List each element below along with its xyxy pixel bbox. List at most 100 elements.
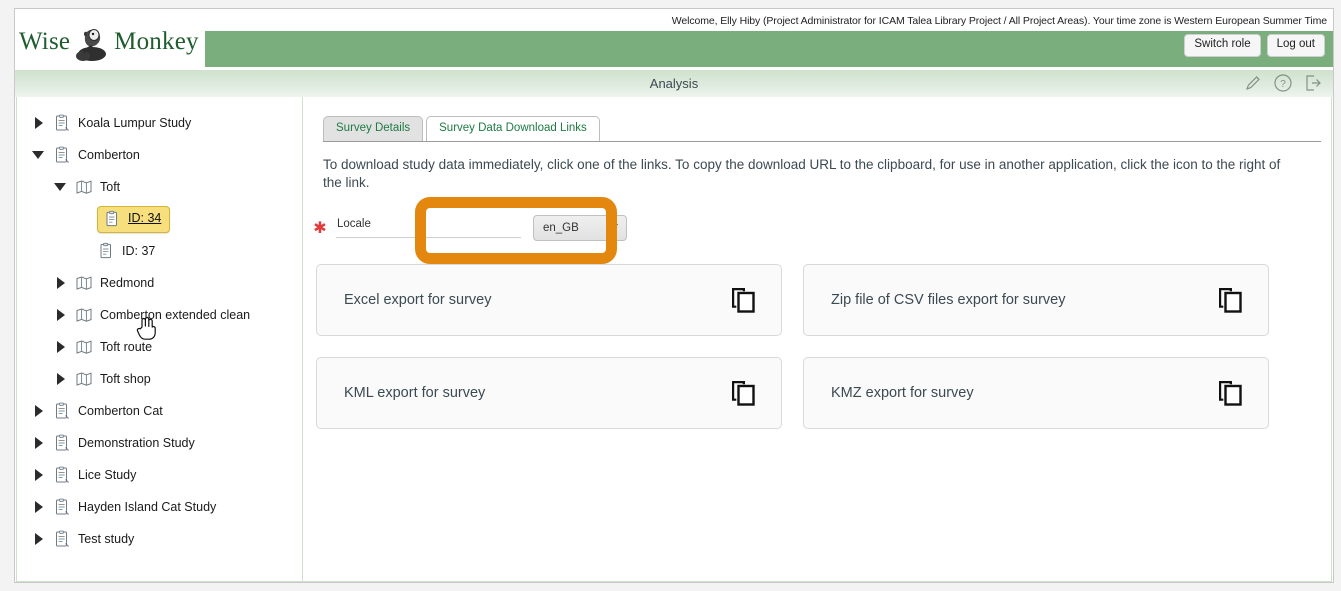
tree-node-content: Comberton Cat <box>53 402 163 420</box>
pencil-icon[interactable] <box>1243 73 1263 93</box>
twisty-collapsed-icon[interactable] <box>53 307 69 323</box>
page-title: Analysis <box>649 76 699 91</box>
tree-node-content: Lice Study <box>53 466 136 484</box>
tree-node-content: Toft route <box>75 338 152 356</box>
tree-item-hayden-island-cat-study[interactable]: Hayden Island Cat Study <box>17 491 302 523</box>
tree-node-content: Comberton <box>53 146 140 164</box>
copy-icon[interactable] <box>1215 285 1245 315</box>
tree-node-content: Comberton extended clean <box>75 306 250 324</box>
twisty-collapsed-icon[interactable] <box>31 467 47 483</box>
selected-tree-node[interactable]: ID: 34 <box>97 205 171 233</box>
page-root: Wise Monkey Welcome, Elly Hiby (Project <box>0 0 1341 591</box>
tree-item-toft-route[interactable]: Toft route <box>17 331 302 363</box>
twisty-collapsed-icon[interactable] <box>31 435 47 451</box>
app-header: Wise Monkey Welcome, Elly Hiby (Project <box>15 9 1333 69</box>
download-card-label[interactable]: KMZ export for survey <box>831 385 974 401</box>
twisty-collapsed-icon[interactable] <box>31 499 47 515</box>
tree-node-content: Hayden Island Cat Study <box>53 498 216 516</box>
study-icon <box>53 530 71 548</box>
study-icon <box>53 402 71 420</box>
twisty-collapsed-icon[interactable] <box>53 275 69 291</box>
survey-icon <box>97 242 115 260</box>
body-area: Koala Lumpur Study Comberton Toft ID: 34 ID:… <box>16 97 1332 582</box>
help-icon[interactable]: ? <box>1273 73 1293 93</box>
study-icon <box>53 114 71 132</box>
tree-node-content: Toft <box>75 178 120 196</box>
copy-icon[interactable] <box>728 378 758 408</box>
tree-item-lice-study[interactable]: Lice Study <box>17 459 302 491</box>
download-card[interactable]: KMZ export for survey <box>803 356 1269 429</box>
tree-item-comberton-extended-clean[interactable]: Comberton extended clean <box>17 299 302 331</box>
study-icon <box>53 146 71 164</box>
tree-item-comberton-cat[interactable]: Comberton Cat <box>17 395 302 427</box>
main-content: Survey Details Survey Data Download Links… <box>303 97 1331 581</box>
tree-item-label: Comberton <box>78 147 140 162</box>
locale-selected-value: en_GB <box>543 221 579 234</box>
tree-item-label: Demonstration Study <box>78 435 195 450</box>
survey-area-icon <box>75 274 93 292</box>
brand-name-first: Wise <box>19 28 71 55</box>
tree-node-content: Test study <box>53 530 134 548</box>
tree-item-toft[interactable]: Toft <box>17 171 302 203</box>
download-card-label[interactable]: KML export for survey <box>344 385 485 401</box>
twisty-expanded-icon[interactable] <box>31 147 47 163</box>
tree-item-toft-shop[interactable]: Toft shop <box>17 363 302 395</box>
locale-row: ✱ Locale en_GB <box>312 214 1331 242</box>
twisty-collapsed-icon[interactable] <box>53 371 69 387</box>
copy-icon[interactable] <box>728 285 758 315</box>
tree-item-label: Comberton extended clean <box>100 307 251 322</box>
tree-item-label: Koala Lumpur Study <box>78 115 192 130</box>
tree-node-content: Demonstration Study <box>53 434 195 452</box>
download-links-grid: Excel export for survey Zip file of CSV f… <box>316 263 1276 429</box>
survey-area-icon <box>75 306 93 324</box>
twisty-collapsed-icon[interactable] <box>31 531 47 547</box>
twisty-placeholder <box>75 243 91 259</box>
study-icon <box>53 434 71 452</box>
tree-item-id-34[interactable]: ID: 34 <box>17 203 302 235</box>
tree-item-comberton[interactable]: Comberton <box>17 139 302 171</box>
copy-icon[interactable] <box>1215 378 1245 408</box>
tree-item-label: Lice Study <box>78 467 137 482</box>
tree-node-content: Koala Lumpur Study <box>53 114 191 132</box>
tree-node-content: ID: 37 <box>97 242 155 260</box>
brand-logo[interactable]: Wise Monkey <box>19 16 199 68</box>
header-green-bar <box>205 31 1333 67</box>
log-out-button[interactable]: Log out <box>1266 34 1325 57</box>
download-card-label[interactable]: Zip file of CSV files export for survey <box>831 292 1066 308</box>
twisty-expanded-icon[interactable] <box>53 179 69 195</box>
tab-bar: Survey Details Survey Data Download Links <box>323 116 1331 141</box>
survey-area-icon <box>75 370 93 388</box>
download-card[interactable]: Zip file of CSV files export for survey <box>803 263 1269 336</box>
study-tree-sidebar: Koala Lumpur Study Comberton Toft ID: 34 ID:… <box>17 97 303 581</box>
switch-role-button[interactable]: Switch role <box>1184 34 1261 57</box>
tree-item-demonstration-study[interactable]: Demonstration Study <box>17 427 302 459</box>
study-icon <box>53 466 71 484</box>
tree-item-label: ID: 37 <box>122 243 156 258</box>
locale-select[interactable]: en_GB <box>533 214 627 241</box>
tab-survey-details[interactable]: Survey Details <box>323 116 424 141</box>
tree-item-id-37[interactable]: ID: 37 <box>17 235 302 267</box>
tab-survey-data-download-links[interactable]: Survey Data Download Links <box>426 116 600 141</box>
download-card-label[interactable]: Excel export for survey <box>344 292 491 308</box>
tab-underline <box>323 141 1321 142</box>
download-card[interactable]: KML export for survey <box>316 356 782 429</box>
tree-item-koala-lumpur-study[interactable]: Koala Lumpur Study <box>17 107 302 139</box>
tree-item-redmond[interactable]: Redmond <box>17 267 302 299</box>
download-card[interactable]: Excel export for survey <box>316 263 782 336</box>
brand-name-second: Monkey <box>114 28 199 55</box>
twisty-collapsed-icon[interactable] <box>31 403 47 419</box>
twisty-collapsed-icon[interactable] <box>31 115 47 131</box>
survey-area-icon <box>75 178 93 196</box>
exit-icon[interactable] <box>1303 73 1323 93</box>
survey-icon <box>103 210 121 228</box>
tree-item-label: Toft <box>100 179 121 194</box>
page-title-bar: Analysis ? <box>15 69 1333 97</box>
welcome-message: Welcome, Elly Hiby (Project Administrato… <box>671 15 1327 27</box>
twisty-collapsed-icon[interactable] <box>53 339 69 355</box>
tree-item-test-study[interactable]: Test study <box>17 523 302 555</box>
tree-item-label: Comberton Cat <box>78 403 163 418</box>
tree-item-label: Toft shop <box>100 371 151 386</box>
title-bar-actions: ? <box>1243 73 1323 93</box>
locale-label: Locale <box>336 218 521 238</box>
app-frame: Wise Monkey Welcome, Elly Hiby (Project <box>14 8 1334 583</box>
